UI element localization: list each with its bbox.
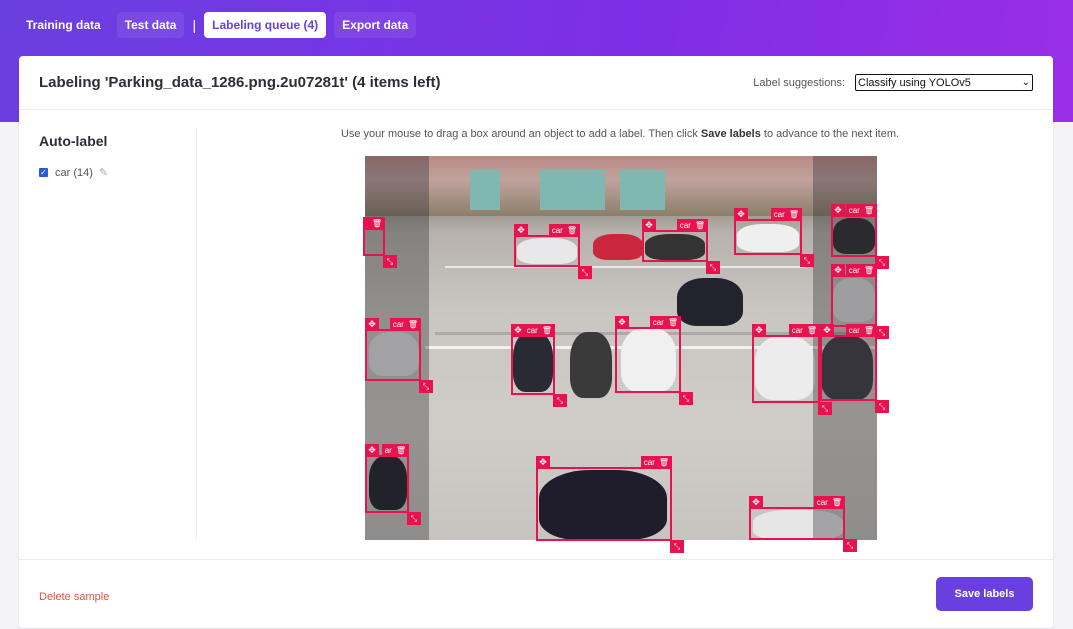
bbox-label: ar 🗑: [381, 444, 409, 457]
suggestions-select[interactable]: Classify using YOLOv5 ⌄: [855, 74, 1033, 91]
resize-icon[interactable]: ⤡: [419, 380, 433, 393]
resize-icon[interactable]: ⤡: [407, 512, 421, 525]
resize-icon[interactable]: ⤡: [553, 394, 567, 407]
auto-label-item-label: car (14): [55, 166, 93, 179]
delete-sample-link[interactable]: Delete sample: [39, 591, 109, 603]
labeling-canvas[interactable]: ✥ 🗑 ⤡ ✥ car🗑 ⤡ ✥ car🗑 ⤡ ✥ car🗑 ⤡ ✥ car🗑 …: [363, 156, 889, 553]
resize-icon[interactable]: ⤡: [578, 266, 592, 279]
bounding-box[interactable]: ✥ car 🗑 ⤡: [642, 219, 720, 274]
bounding-box[interactable]: ✥ car 🗑 ⤡: [752, 324, 832, 415]
bbox-label: car 🗑: [640, 456, 672, 469]
bbox-label: car 🗑: [845, 264, 877, 277]
label-suggestions: Label suggestions: Classify using YOLOv5…: [753, 74, 1033, 91]
trash-icon[interactable]: 🗑: [807, 324, 817, 337]
resize-icon[interactable]: ⤡: [706, 261, 720, 274]
chevron-down-icon: ⌄: [1021, 77, 1030, 88]
resize-icon[interactable]: ⤡: [843, 539, 857, 552]
resize-icon[interactable]: ⤡: [800, 254, 814, 267]
move-icon[interactable]: ✥: [365, 444, 379, 457]
move-icon[interactable]: ✥: [749, 496, 763, 509]
trash-icon[interactable]: 🗑: [396, 444, 406, 457]
bbox-label: car 🗑: [676, 219, 708, 232]
move-icon[interactable]: ✥: [734, 208, 748, 221]
tab-export-data[interactable]: Export data: [334, 12, 417, 38]
bbox-label: car 🗑: [845, 324, 877, 337]
bbox-label: car 🗑: [548, 224, 580, 237]
tab-training-data[interactable]: Training data: [18, 12, 109, 38]
trash-icon[interactable]: 🗑: [695, 219, 705, 232]
bounding-box[interactable]: ✥ car 🗑 ⤡: [536, 456, 684, 553]
labeling-card: Labeling 'Parking_data_1286.png.2u07281t…: [19, 56, 1053, 628]
card-header: Labeling 'Parking_data_1286.png.2u07281t…: [19, 56, 1053, 110]
bbox-label: car 🗑: [788, 324, 820, 337]
auto-label-item: ✓ car (14) ✎: [39, 166, 108, 179]
trash-icon[interactable]: 🗑: [832, 496, 842, 509]
resize-icon[interactable]: ⤡: [383, 255, 397, 268]
bbox-label: car 🗑: [649, 316, 681, 329]
trash-icon[interactable]: 🗑: [864, 264, 874, 277]
bounding-box[interactable]: ✥ car 🗑 ⤡: [514, 224, 592, 279]
auto-label-sidebar: Auto-label ✓ car (14) ✎: [19, 129, 197, 539]
tab-separator: |: [192, 17, 197, 33]
bounding-box[interactable]: ✥ car 🗑 ⤡: [365, 318, 433, 393]
trash-icon[interactable]: 🗑: [542, 324, 552, 337]
move-icon[interactable]: ✥: [820, 324, 834, 337]
bounding-box[interactable]: ✥ 🗑 ⤡: [363, 217, 397, 268]
move-icon[interactable]: ✥: [536, 456, 550, 469]
trash-icon[interactable]: 🗑: [408, 318, 418, 331]
auto-label-title: Auto-label: [39, 133, 108, 149]
resize-icon[interactable]: ⤡: [670, 540, 684, 553]
tab-labeling-queue[interactable]: Labeling queue (4): [204, 12, 327, 38]
bounding-box[interactable]: ✥ car 🗑 ⤡: [749, 496, 857, 552]
bounding-box[interactable]: ✥ car 🗑 ⤡: [511, 324, 567, 407]
resize-icon[interactable]: ⤡: [818, 402, 832, 415]
resize-icon[interactable]: ⤡: [875, 256, 889, 269]
move-icon[interactable]: ✥: [365, 318, 379, 331]
trash-icon[interactable]: 🗑: [789, 208, 799, 221]
resize-icon[interactable]: ⤡: [679, 392, 693, 405]
bbox-label: car 🗑: [389, 318, 421, 331]
trash-icon[interactable]: 🗑: [864, 324, 874, 337]
move-icon[interactable]: ✥: [752, 324, 766, 337]
resize-icon[interactable]: ⤡: [875, 400, 889, 413]
trash-icon[interactable]: 🗑: [864, 204, 874, 217]
trash-icon[interactable]: 🗑: [372, 217, 382, 230]
bounding-box[interactable]: ✥ car 🗑 ⤡: [820, 324, 889, 413]
edit-pencil-icon[interactable]: ✎: [99, 166, 108, 179]
instructions: Use your mouse to drag a box around an o…: [340, 128, 900, 140]
move-icon[interactable]: ✥: [514, 224, 528, 237]
bounding-box[interactable]: ✥ ar 🗑 ⤡: [365, 444, 421, 525]
bbox-label: 🗑: [364, 217, 385, 230]
bbox-label: car 🗑: [813, 496, 845, 509]
bbox-label: car 🗑: [523, 324, 555, 337]
move-icon[interactable]: ✥: [642, 219, 656, 232]
bbox-label: car 🗑: [845, 204, 877, 217]
page-title: Labeling 'Parking_data_1286.png.2u07281t…: [39, 74, 441, 91]
bbox-label: car 🗑: [770, 208, 802, 221]
suggestions-label: Label suggestions:: [753, 76, 845, 89]
suggestions-value: Classify using YOLOv5: [858, 76, 971, 89]
tab-test-data[interactable]: Test data: [116, 12, 185, 38]
move-icon[interactable]: ✥: [831, 264, 845, 277]
auto-label-checkbox[interactable]: ✓: [39, 168, 48, 177]
move-icon[interactable]: ✥: [831, 204, 845, 217]
bounding-box[interactable]: ✥ car 🗑 ⤡: [831, 264, 889, 339]
bounding-box[interactable]: ✥ car 🗑 ⤡: [615, 316, 693, 405]
save-labels-button[interactable]: Save labels: [936, 577, 1033, 611]
resize-icon[interactable]: ⤡: [875, 326, 889, 339]
move-icon[interactable]: ✥: [615, 316, 629, 329]
bounding-box[interactable]: ✥ car 🗑 ⤡: [734, 208, 814, 267]
trash-icon[interactable]: 🗑: [567, 224, 577, 237]
bounding-box[interactable]: ✥ car 🗑 ⤡: [831, 204, 889, 269]
tab-bar: Training data Test data | Labeling queue…: [18, 12, 424, 38]
card-footer: Delete sample Save labels: [19, 559, 1053, 628]
trash-icon[interactable]: 🗑: [659, 456, 669, 469]
trash-icon[interactable]: 🗑: [668, 316, 678, 329]
